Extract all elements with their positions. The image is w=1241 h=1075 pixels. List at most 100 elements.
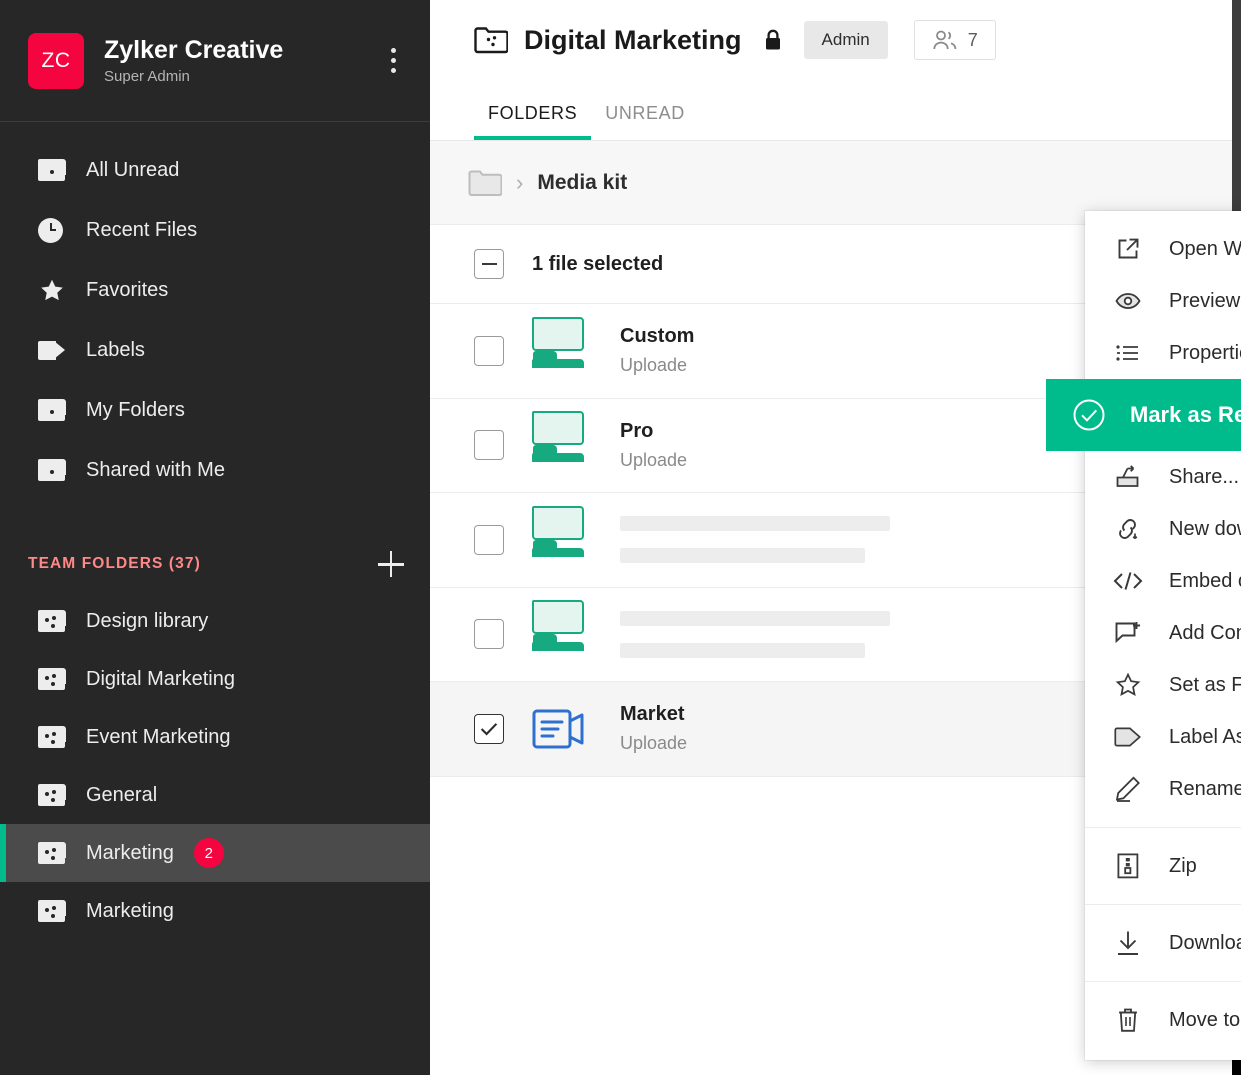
row-checkbox[interactable] (474, 714, 504, 744)
list-icon (1111, 343, 1145, 363)
select-all-checkbox[interactable] (474, 249, 504, 279)
menu-item-label: Open With (1169, 238, 1241, 261)
folder-dot-icon (38, 399, 72, 421)
menu-item-preview[interactable]: Preview (1085, 275, 1241, 327)
menu-item-label: Preview (1169, 290, 1241, 313)
menu-item-add-comment[interactable]: Add Comment... (1085, 607, 1241, 659)
menu-item-properties[interactable]: Properties (1085, 327, 1241, 379)
team-folder-icon (38, 726, 72, 748)
menu-item-set-as-favorite[interactable]: Set as Favorite (1085, 659, 1241, 711)
team-folder-icon (38, 900, 72, 922)
open-external-icon (1111, 237, 1145, 261)
menu-item-label-as[interactable]: Label As › (1085, 711, 1241, 763)
team-folder-label: Digital Marketing (86, 668, 235, 691)
sidebar: ZC Zylker Creative Super Admin All Unrea… (0, 0, 430, 1075)
menu-divider (1085, 827, 1241, 828)
folder-icon[interactable] (468, 169, 502, 197)
team-folder-item[interactable]: Marketing (0, 882, 430, 940)
menu-item-embed-code[interactable]: Embed code › (1085, 555, 1241, 607)
selection-count-label: 1 file selected (532, 253, 663, 276)
team-folder-item[interactable]: Digital Marketing (0, 650, 430, 708)
members-chip[interactable]: 7 (914, 20, 996, 60)
menu-item-move-to-trash[interactable]: Move to Trash (1085, 994, 1241, 1046)
menu-item-rename[interactable]: Rename (1085, 763, 1241, 815)
row-name: Pro (620, 420, 653, 442)
team-folder-label: Event Marketing (86, 726, 231, 749)
team-folder-icon (38, 784, 72, 806)
admin-role-chip[interactable]: Admin (804, 21, 888, 59)
team-folder-icon (38, 668, 72, 690)
sidebar-nav: All Unread Recent Files Favorites Labels (0, 122, 430, 500)
sidebar-item-label: Shared with Me (86, 459, 225, 482)
menu-item-label: Mark as Ready (1130, 402, 1241, 428)
menu-item-label: Set as Favorite (1169, 674, 1241, 697)
row-checkbox[interactable] (474, 336, 504, 366)
team-folder-label: Marketing (86, 900, 174, 923)
breadcrumb-separator: › (516, 170, 523, 196)
tab-folders[interactable]: FOLDERS (474, 103, 591, 140)
menu-item-label: New download link (1169, 518, 1241, 541)
row-checkbox[interactable] (474, 525, 504, 555)
menu-item-open-with[interactable]: Open With › (1085, 223, 1241, 275)
row-name: Custom (620, 325, 694, 347)
sidebar-item-label: My Folders (86, 399, 185, 422)
team-folder-item[interactable]: General (0, 766, 430, 824)
menu-item-download[interactable]: Download (1085, 917, 1241, 969)
menu-item-label: Move to Trash (1169, 1009, 1241, 1032)
zip-icon (1111, 853, 1145, 879)
sidebar-item-label: Favorites (86, 279, 168, 302)
menu-item-label: Download (1169, 932, 1241, 955)
menu-item-mark-as-ready[interactable]: Mark as Ready (1046, 379, 1241, 451)
row-checkbox[interactable] (474, 430, 504, 460)
team-folder-item[interactable]: Design library (0, 592, 430, 650)
sidebar-item-label: All Unread (86, 159, 179, 182)
menu-item-share[interactable]: Share... › (1085, 451, 1241, 503)
team-folder-label: General (86, 784, 157, 807)
page-title: Digital Marketing (524, 25, 742, 56)
sidebar-item-labels[interactable]: Labels (0, 320, 430, 380)
team-folder-item[interactable]: Event Marketing (0, 708, 430, 766)
more-options-icon[interactable] (378, 39, 408, 83)
check-circle-icon (1072, 398, 1106, 432)
breadcrumb-current[interactable]: Media kit (537, 171, 627, 195)
tag-icon (38, 341, 72, 360)
menu-item-label: Label As (1169, 726, 1241, 749)
menu-item-zip[interactable]: Zip (1085, 840, 1241, 892)
sidebar-item-shared-with-me[interactable]: Shared with Me (0, 440, 430, 500)
menu-item-label: Rename (1169, 778, 1241, 801)
eye-icon (1111, 291, 1145, 311)
team-folder-icon (474, 26, 508, 54)
sidebar-item-label: Recent Files (86, 219, 197, 242)
app-root: ZC Zylker Creative Super Admin All Unrea… (0, 0, 1241, 1075)
team-folder-icon (38, 610, 72, 632)
title-row: Digital Marketing Admin (474, 0, 1241, 80)
menu-divider (1085, 904, 1241, 905)
sidebar-item-all-unread[interactable]: All Unread (0, 140, 430, 200)
star-icon (38, 277, 72, 304)
row-checkbox[interactable] (474, 619, 504, 649)
share-icon (1111, 465, 1145, 489)
code-icon (1111, 571, 1145, 591)
tab-unread[interactable]: UNREAD (591, 103, 699, 140)
org-text: Zylker Creative Super Admin (104, 36, 378, 85)
menu-item-label: Zip (1169, 855, 1241, 878)
main-header: Digital Marketing Admin (430, 0, 1241, 140)
download-icon (1111, 930, 1145, 956)
people-icon (932, 29, 958, 51)
main-panel: Digital Marketing Admin (430, 0, 1241, 1075)
tab-bar: FOLDERS UNREAD (474, 80, 1241, 140)
team-folder-item-marketing-active[interactable]: Marketing 2 (0, 824, 430, 882)
folder-dot-icon (38, 459, 72, 481)
link-down-icon (1111, 517, 1145, 541)
clock-icon (38, 218, 72, 243)
add-team-folder-icon[interactable] (378, 551, 404, 577)
menu-divider (1085, 981, 1241, 982)
menu-item-new-download-link[interactable]: New download link (1085, 503, 1241, 555)
menu-item-label: Properties (1169, 342, 1241, 365)
sidebar-item-my-folders[interactable]: My Folders (0, 380, 430, 440)
sidebar-item-recent-files[interactable]: Recent Files (0, 200, 430, 260)
unread-count-badge: 2 (194, 838, 224, 868)
team-folders-title: TEAM FOLDERS (37) (28, 555, 201, 573)
sidebar-item-favorites[interactable]: Favorites (0, 260, 430, 320)
team-folder-label: Design library (86, 610, 208, 633)
